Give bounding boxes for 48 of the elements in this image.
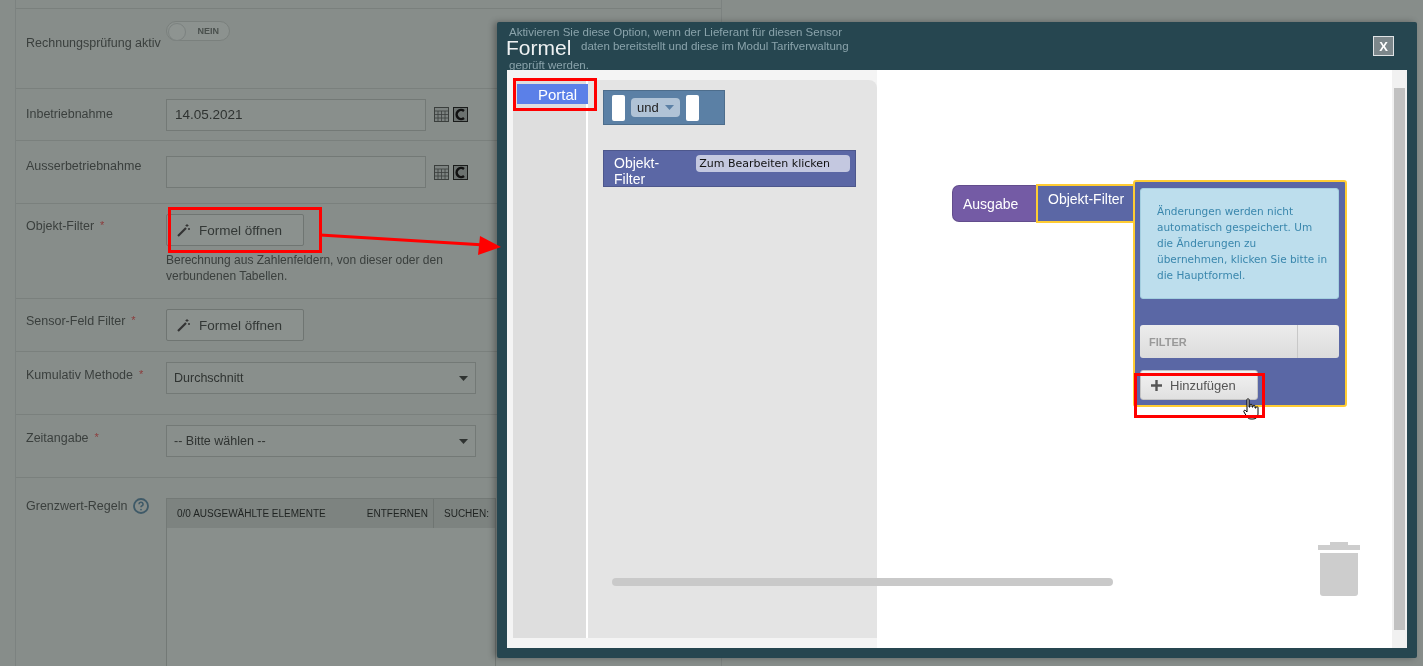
selected-count: 0/0 AUSGEWÄHLTE ELEMENTE xyxy=(176,508,327,519)
field-label: Rechnungsprüfung aktiv xyxy=(26,36,161,50)
caret-icon xyxy=(459,438,468,444)
select-field[interactable]: Durchschnitt xyxy=(166,362,476,394)
horizontal-scrollbar[interactable] xyxy=(612,578,1113,586)
plus-icon xyxy=(1151,379,1162,391)
field-label: Inbetriebnahme xyxy=(26,107,113,121)
remove-link[interactable]: ENTFERNEN xyxy=(366,499,434,528)
date-field[interactable]: 14.05.2021 xyxy=(166,98,426,131)
clear-date-icon[interactable] xyxy=(453,164,468,180)
help-icon[interactable] xyxy=(133,498,150,514)
operator-dropdown[interactable]: und xyxy=(631,98,680,117)
field-label: Grenzwert-Regeln xyxy=(26,499,128,513)
column-header: FILTER xyxy=(1140,325,1298,358)
open-formula-button[interactable]: Formel öffnen xyxy=(166,309,304,341)
toggle-switch[interactable]: NEIN xyxy=(166,21,230,41)
edit-field[interactable]: Zum Bearbeiten klicken xyxy=(696,155,850,172)
add-button[interactable]: Hinzufügen xyxy=(1140,370,1258,400)
logic-block[interactable]: und xyxy=(603,90,725,125)
close-button[interactable]: X xyxy=(1373,36,1394,56)
filter-block[interactable]: Objekt-Filter Zum Bearbeiten klicken xyxy=(603,150,856,187)
clear-date-icon[interactable] xyxy=(453,107,468,122)
hint-text: geprüft werden. xyxy=(509,58,589,72)
required-mark: * xyxy=(94,431,99,443)
field-label: Kumulativ Methode xyxy=(26,368,133,382)
required-mark: * xyxy=(139,368,144,380)
open-formula-button[interactable]: Formel öffnen xyxy=(166,214,304,246)
calendar-icon xyxy=(434,164,449,180)
field-label: Sensor-Feld Filter xyxy=(26,314,126,328)
select-field[interactable]: -- Bitte wählen -- xyxy=(166,425,476,457)
required-mark: * xyxy=(100,219,105,231)
caret-icon xyxy=(664,105,674,110)
search-label: SUCHEN: xyxy=(443,508,490,519)
hint-text: Aktivieren Sie diese Option, wenn der Lieferant für diesen Sensor xyxy=(509,25,843,39)
field-label: Objekt-Filter xyxy=(26,219,95,233)
info-note: Änderungen werden nicht automatisch gespeichert. Um die Änderungen zu übernehmen, klicken Sie bitte in die Hauptformel. xyxy=(1140,188,1339,299)
magic-wand-icon xyxy=(177,318,190,332)
magic-wand-icon xyxy=(177,223,190,237)
help-text: Berechnung aus Zahlenfeldern, von dieser oder den verbundenen Tabellen. xyxy=(166,252,444,284)
caret-icon xyxy=(459,375,468,381)
field-label: Ausserbetriebnahme xyxy=(26,159,142,173)
hint-text: daten bereitstellt und diese im Modul Tarifverwaltung xyxy=(581,39,849,53)
field-label: Zeitangabe xyxy=(26,431,89,445)
dialog-title: Formel xyxy=(506,38,572,58)
hand-cursor-icon xyxy=(1243,398,1259,420)
trash-icon[interactable] xyxy=(1318,540,1360,596)
required-mark: * xyxy=(131,314,136,326)
calendar-icon xyxy=(434,107,449,122)
